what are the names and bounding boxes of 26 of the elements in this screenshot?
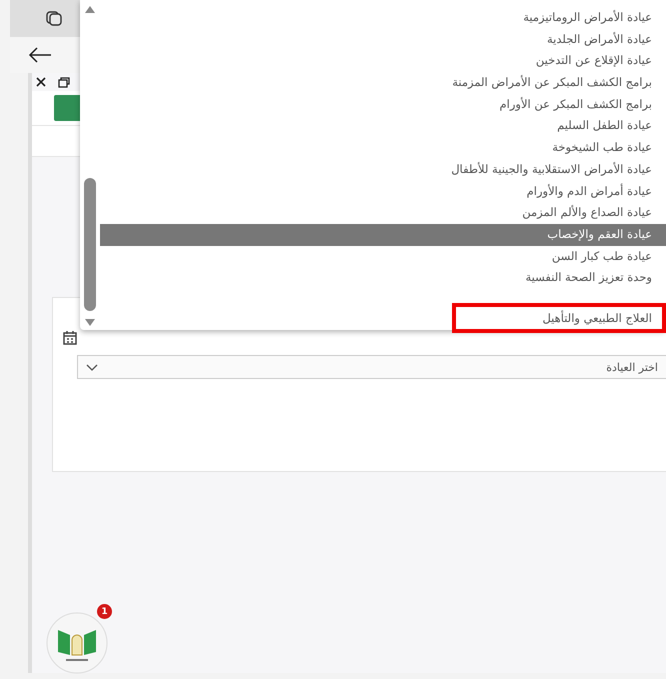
chevron-down-icon (86, 364, 98, 370)
notification-badge: 1 (97, 604, 112, 619)
back-arrow-icon[interactable] (28, 47, 52, 63)
select-placeholder: اختر العيادة (606, 360, 658, 374)
university-logo[interactable] (46, 612, 108, 674)
calendar-icon (63, 331, 77, 345)
scrollbar-thumb[interactable] (84, 178, 96, 311)
dropdown-option[interactable]: عيادة الأمراض الروماتيزمية (100, 7, 666, 29)
dropdown-option[interactable]: برامج الكشف المبكر عن الأورام (100, 94, 666, 116)
dropdown-option[interactable]: عيادة أمراض الدم والأورام (100, 180, 666, 202)
dropdown-option[interactable]: عيادة الطفل السليم (100, 115, 666, 138)
dropdown-option[interactable]: عيادة العقم والإخصاب (100, 224, 666, 246)
clinic-select[interactable]: اختر العيادة (77, 355, 666, 379)
scroll-up-icon[interactable] (85, 6, 95, 13)
dropdown-option[interactable]: عيادة الإقلاع عن التدخين (100, 50, 666, 72)
dropdown-option[interactable]: عيادة الصداع والألم المزمن (100, 202, 666, 224)
dropdown-option[interactable]: برامج الكشف المبكر عن الأمراض المزمنة (100, 72, 666, 94)
dropdown-option[interactable]: عيادة طب الشيخوخة (100, 137, 666, 159)
close-icon[interactable] (36, 77, 46, 87)
dropdown-option[interactable]: عيادة الأمراض الجلدية (100, 28, 666, 50)
scroll-down-icon[interactable] (85, 319, 95, 326)
dropdown-option[interactable]: وحدة تعزيز الصحة النفسية (100, 267, 666, 289)
restore-icon[interactable] (58, 76, 70, 88)
dropdown-option[interactable]: عيادة الأمراض الاستقلابية والجينية للأطفال (100, 158, 666, 180)
dropdown-option[interactable]: العلاج الطبيعي والتأهيل (452, 302, 666, 333)
dropdown-option[interactable]: عيادة طب كبار السن (100, 246, 666, 268)
